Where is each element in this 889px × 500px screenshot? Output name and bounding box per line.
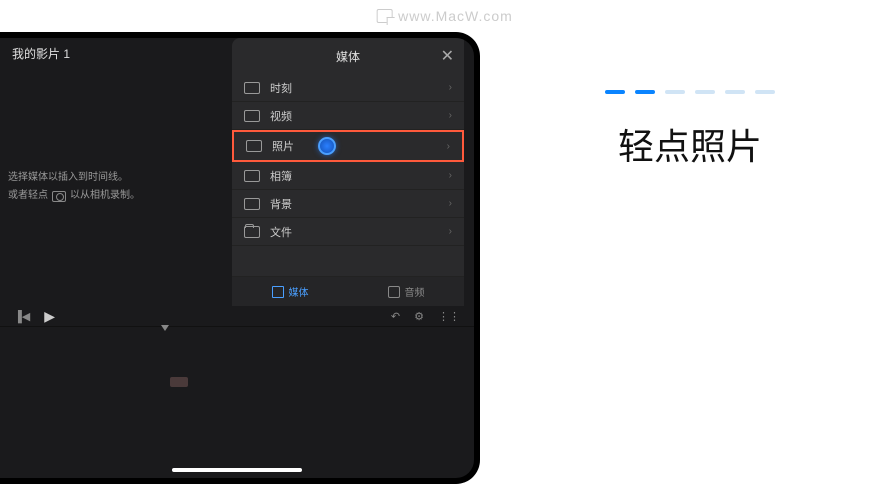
hint-line-2: 或者轻点 以从相机录制。	[8, 187, 224, 205]
screen-icon	[376, 9, 392, 23]
panel-header: 媒体 ✕	[232, 38, 464, 74]
progress-dot	[725, 90, 745, 94]
video-icon	[244, 110, 260, 122]
footer-tab-audio[interactable]: 音频	[348, 277, 464, 306]
menu-item-photos[interactable]: 照片 ›	[232, 130, 464, 162]
menu-item-moments[interactable]: 时刻 ›	[232, 74, 464, 102]
menu-label: 时刻	[270, 80, 449, 96]
progress-dot	[755, 90, 775, 94]
progress-dot	[665, 90, 685, 94]
menu-item-backgrounds[interactable]: 背景 ›	[232, 190, 464, 218]
menu-label: 照片	[272, 138, 447, 154]
chevron-right-icon: ›	[449, 82, 452, 93]
progress-dot	[695, 90, 715, 94]
timeline-toolbar: ▐◀ ▶ ↶ ⚙ ⋮⋮	[0, 306, 474, 326]
backgrounds-icon	[244, 198, 260, 210]
watermark-text: www.MacW.com	[398, 8, 513, 24]
moments-icon	[244, 82, 260, 94]
preview-pane: 选择媒体以插入到时间线。 或者轻点 以从相机录制。	[0, 68, 232, 306]
chevron-right-icon: ›	[449, 198, 452, 209]
chevron-right-icon: ›	[449, 226, 452, 237]
menu-list: 时刻 › 视频 › 照片 ›	[232, 74, 464, 276]
project-title: 我的影片 1	[12, 45, 70, 62]
photos-icon	[246, 140, 262, 152]
close-button[interactable]: ✕	[441, 46, 454, 66]
hint-line-1: 选择媒体以插入到时间线。	[8, 169, 224, 187]
touch-indicator	[318, 137, 336, 155]
menu-item-files[interactable]: 文件 ›	[232, 218, 464, 246]
chevron-right-icon: ›	[449, 170, 452, 181]
timeline-settings-icon[interactable]: ⚙	[414, 310, 424, 323]
menu-label: 背景	[270, 196, 449, 212]
footer-tab-label: 音频	[405, 284, 425, 299]
progress-dot	[635, 90, 655, 94]
footer-tab-media[interactable]: 媒体	[232, 277, 348, 306]
instruction-text: 轻点照片	[520, 118, 860, 170]
menu-item-albums[interactable]: 相簿 ›	[232, 162, 464, 190]
folder-icon	[244, 226, 260, 238]
instruction-area: 轻点照片	[520, 90, 860, 170]
skip-back-icon[interactable]: ▐◀	[14, 310, 30, 323]
panel-footer: 媒体 音频	[232, 276, 464, 306]
progress-dot	[605, 90, 625, 94]
main-area: 选择媒体以插入到时间线。 或者轻点 以从相机录制。 媒体 ✕ 时刻 ›	[0, 68, 474, 306]
timeline-clip[interactable]	[170, 377, 188, 387]
home-indicator[interactable]	[172, 468, 302, 472]
media-icon	[272, 286, 284, 298]
undo-icon[interactable]: ↶	[391, 310, 400, 323]
music-icon	[388, 286, 400, 298]
menu-item-video[interactable]: 视频 ›	[232, 102, 464, 130]
menu-label: 相簿	[270, 168, 449, 184]
camera-icon	[52, 191, 66, 202]
timeline[interactable]	[0, 326, 474, 327]
chevron-right-icon: ›	[447, 141, 450, 152]
tablet-frame: 我的影片 1 ? 选择媒体以插入到时间线。 或者轻点 以从相机录制。 媒体	[0, 32, 480, 484]
progress-indicator	[520, 90, 860, 94]
panel-title: 媒体	[336, 48, 360, 65]
screen: 我的影片 1 ? 选择媒体以插入到时间线。 或者轻点 以从相机录制。 媒体	[0, 38, 474, 478]
menu-label: 文件	[270, 224, 449, 240]
albums-icon	[244, 170, 260, 182]
audio-waveform-icon[interactable]: ⋮⋮	[438, 310, 460, 323]
footer-tab-label: 媒体	[289, 284, 309, 299]
watermark: www.MacW.com	[376, 8, 513, 24]
play-icon[interactable]: ▶	[44, 308, 55, 325]
chevron-right-icon: ›	[449, 110, 452, 121]
menu-label: 视频	[270, 108, 449, 124]
media-panel: 媒体 ✕ 时刻 › 视频 ›	[232, 38, 464, 306]
